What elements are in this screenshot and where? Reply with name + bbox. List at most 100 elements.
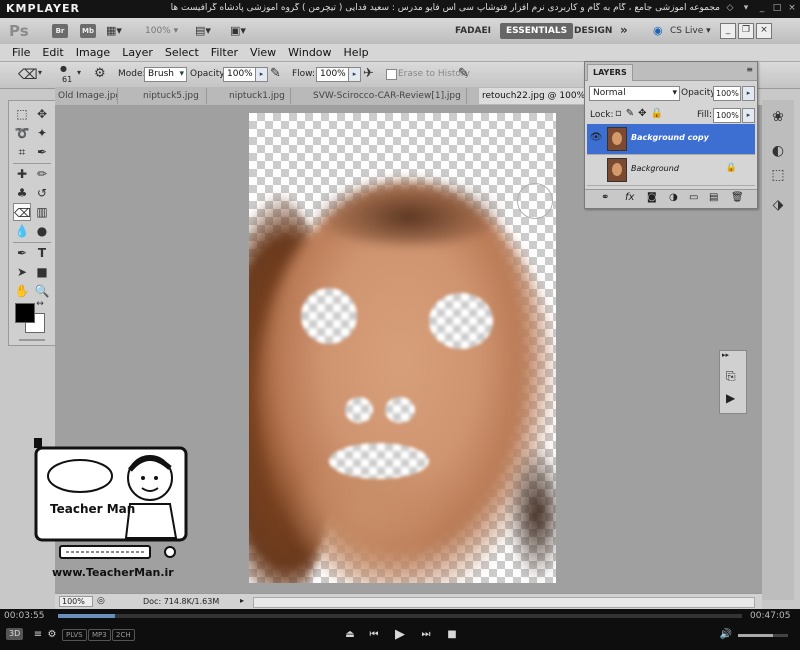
layer-opacity-slider-icon[interactable]: ▸ bbox=[742, 86, 755, 101]
lasso-icon[interactable]: ➰ bbox=[13, 124, 31, 142]
path-select-icon[interactable]: ➤ bbox=[13, 263, 31, 281]
workspace-fadaei[interactable]: FADAEI bbox=[449, 23, 497, 39]
tab-old-image[interactable]: Old Image.jpg bbox=[55, 88, 118, 104]
ps-restore-icon[interactable]: ❐ bbox=[738, 23, 754, 39]
tab-retouch22[interactable]: retouch22.jpg @ 100% bbox=[479, 88, 590, 104]
hand-icon[interactable]: ✋ bbox=[13, 282, 31, 300]
layer-opacity-input[interactable]: 100% bbox=[713, 86, 741, 101]
screen-mode-icon[interactable]: ▣▾ bbox=[230, 24, 246, 37]
lock-options-icon[interactable]: ▫✎✥🔒 bbox=[615, 108, 667, 119]
player-pin-icon[interactable]: ◇ bbox=[724, 3, 736, 14]
swap-colors-icon[interactable]: ↔ bbox=[33, 299, 47, 309]
mini-bridge-button[interactable]: Mb bbox=[80, 24, 96, 38]
status-info-icon[interactable]: ◎ bbox=[97, 596, 105, 606]
player-close-icon[interactable]: × bbox=[786, 3, 798, 14]
player-minimize-icon[interactable]: _ bbox=[756, 3, 768, 14]
menu-help[interactable]: Help bbox=[338, 44, 375, 61]
history-brush-icon[interactable]: ↺ bbox=[33, 184, 51, 202]
delete-layer-icon[interactable]: 🗑 bbox=[731, 192, 744, 203]
layer-row-background[interactable]: Background 🔒 bbox=[587, 155, 755, 186]
pressure-size-icon[interactable]: ✎ bbox=[458, 66, 469, 81]
eye-off-icon[interactable] bbox=[589, 162, 603, 176]
actions-panel-icon[interactable]: ▶ bbox=[726, 391, 735, 405]
menu-layer[interactable]: Layer bbox=[116, 44, 159, 61]
cs-live-menu[interactable]: CS Live ▾ bbox=[664, 23, 717, 39]
panel-menu-icon[interactable]: ≡ bbox=[746, 65, 753, 74]
layer-row-background-copy[interactable]: 👁 Background copy bbox=[587, 124, 755, 155]
pressure-opacity-icon[interactable]: ✎ bbox=[270, 66, 281, 81]
erase-to-history-checkbox[interactable] bbox=[386, 69, 397, 80]
foreground-color-swatch[interactable] bbox=[15, 303, 35, 323]
flow-slider-icon[interactable]: ▸ bbox=[348, 67, 361, 82]
next-icon[interactable]: ⏭ bbox=[418, 629, 434, 640]
document-canvas[interactable] bbox=[249, 113, 556, 583]
layers-tab[interactable]: LAYERS bbox=[587, 64, 633, 81]
add-mask-icon[interactable]: ◙ bbox=[647, 192, 657, 203]
flow-input[interactable]: 100% bbox=[316, 67, 351, 82]
menu-window[interactable]: Window bbox=[282, 44, 337, 61]
new-layer-icon[interactable]: ▤ bbox=[709, 192, 718, 203]
adjustments-icon[interactable]: ◐ bbox=[768, 142, 788, 160]
settings-icon[interactable]: ⚙ bbox=[44, 629, 60, 640]
status-zoom[interactable]: 100% bbox=[59, 596, 93, 607]
player-menu-icon[interactable]: ▾ bbox=[740, 3, 752, 14]
fill-input[interactable]: 100% bbox=[713, 108, 741, 123]
adjustment-layer-icon[interactable]: ◑ bbox=[669, 192, 678, 203]
type-icon[interactable]: T bbox=[33, 244, 51, 262]
airbrush-icon[interactable]: ✈ bbox=[363, 66, 374, 81]
zoom-level-select[interactable]: 100% ▾ bbox=[145, 26, 178, 36]
marquee-icon[interactable]: ⬚ bbox=[13, 105, 31, 123]
eject-icon[interactable]: ⏏ bbox=[342, 629, 358, 640]
menu-image[interactable]: Image bbox=[70, 44, 116, 61]
mode-select[interactable]: Brush ▾ bbox=[144, 67, 187, 82]
opacity-input[interactable]: 100% bbox=[223, 67, 258, 82]
volume-icon[interactable]: 🔊 bbox=[718, 629, 734, 640]
player-maximize-icon[interactable]: □ bbox=[771, 3, 783, 14]
eraser-preset-icon[interactable]: ⌫ bbox=[18, 67, 38, 83]
brush-panel-icon[interactable]: ⚙ bbox=[94, 66, 106, 81]
dodge-icon[interactable]: ● bbox=[33, 222, 51, 240]
brush-picker-dropdown-icon[interactable]: ▾ bbox=[77, 68, 81, 77]
stop-icon[interactable]: ■ bbox=[444, 629, 460, 640]
bridge-button[interactable]: Br bbox=[52, 24, 68, 38]
volume-slider[interactable] bbox=[738, 634, 788, 637]
healing-icon[interactable]: ✚ bbox=[13, 165, 31, 183]
masks-icon[interactable]: ⬚ bbox=[768, 166, 788, 184]
arrange-documents-icon[interactable]: ▤▾ bbox=[195, 24, 211, 37]
quick-select-icon[interactable]: ✦ bbox=[33, 124, 51, 142]
fill-slider-icon[interactable]: ▸ bbox=[742, 108, 755, 123]
cs-live-icon[interactable]: ◉ bbox=[653, 24, 663, 37]
blur-icon[interactable]: 💧 bbox=[13, 222, 31, 240]
menu-edit[interactable]: Edit bbox=[36, 44, 69, 61]
move-icon[interactable]: ✥ bbox=[33, 105, 51, 123]
view-extras-icon[interactable]: ▦▾ bbox=[106, 24, 122, 37]
tab-scirocco-review[interactable]: SVW-Scirocco-CAR-Review[1].jpg bbox=[310, 88, 467, 104]
play-icon[interactable]: ▶ bbox=[392, 627, 408, 642]
crop-icon[interactable]: ⌗ bbox=[13, 143, 31, 161]
opacity-slider-icon[interactable]: ▸ bbox=[255, 67, 268, 82]
tab-niptuck1[interactable]: niptuck1.jpg bbox=[226, 88, 291, 104]
styles-icon[interactable]: ❀ bbox=[768, 108, 788, 126]
more-workspaces-icon[interactable]: » bbox=[614, 22, 634, 38]
3d-mode-button[interactable]: 3D bbox=[6, 628, 24, 640]
tab-niptuck5[interactable]: niptuck5.jpg bbox=[140, 88, 207, 104]
gradient-icon[interactable]: ▥ bbox=[33, 203, 51, 221]
seek-bar[interactable] bbox=[58, 614, 742, 618]
menu-file[interactable]: File bbox=[6, 44, 36, 61]
menu-select[interactable]: Select bbox=[159, 44, 205, 61]
brush-icon[interactable]: ✏ bbox=[33, 165, 51, 183]
previous-icon[interactable]: ⏮ bbox=[366, 629, 382, 640]
expand-panel-icon[interactable]: ▸▸ bbox=[722, 351, 729, 359]
status-menu-icon[interactable]: ▸ bbox=[240, 596, 244, 605]
pen-icon[interactable]: ✒ bbox=[13, 244, 31, 262]
workspace-essentials[interactable]: ESSENTIALS bbox=[500, 23, 574, 39]
menu-filter[interactable]: Filter bbox=[205, 44, 244, 61]
horizontal-scrollbar[interactable] bbox=[253, 597, 755, 608]
eye-icon[interactable]: 👁 bbox=[589, 131, 603, 145]
workspace-design[interactable]: DESIGN bbox=[568, 23, 618, 39]
layer-style-icon[interactable]: fx bbox=[625, 192, 634, 203]
eyedropper-icon[interactable]: ✒ bbox=[33, 143, 51, 161]
link-layers-icon[interactable]: ⚭ bbox=[601, 192, 609, 203]
clone-stamp-icon[interactable]: ♣ bbox=[13, 184, 31, 202]
ps-close-icon[interactable]: × bbox=[756, 23, 772, 39]
